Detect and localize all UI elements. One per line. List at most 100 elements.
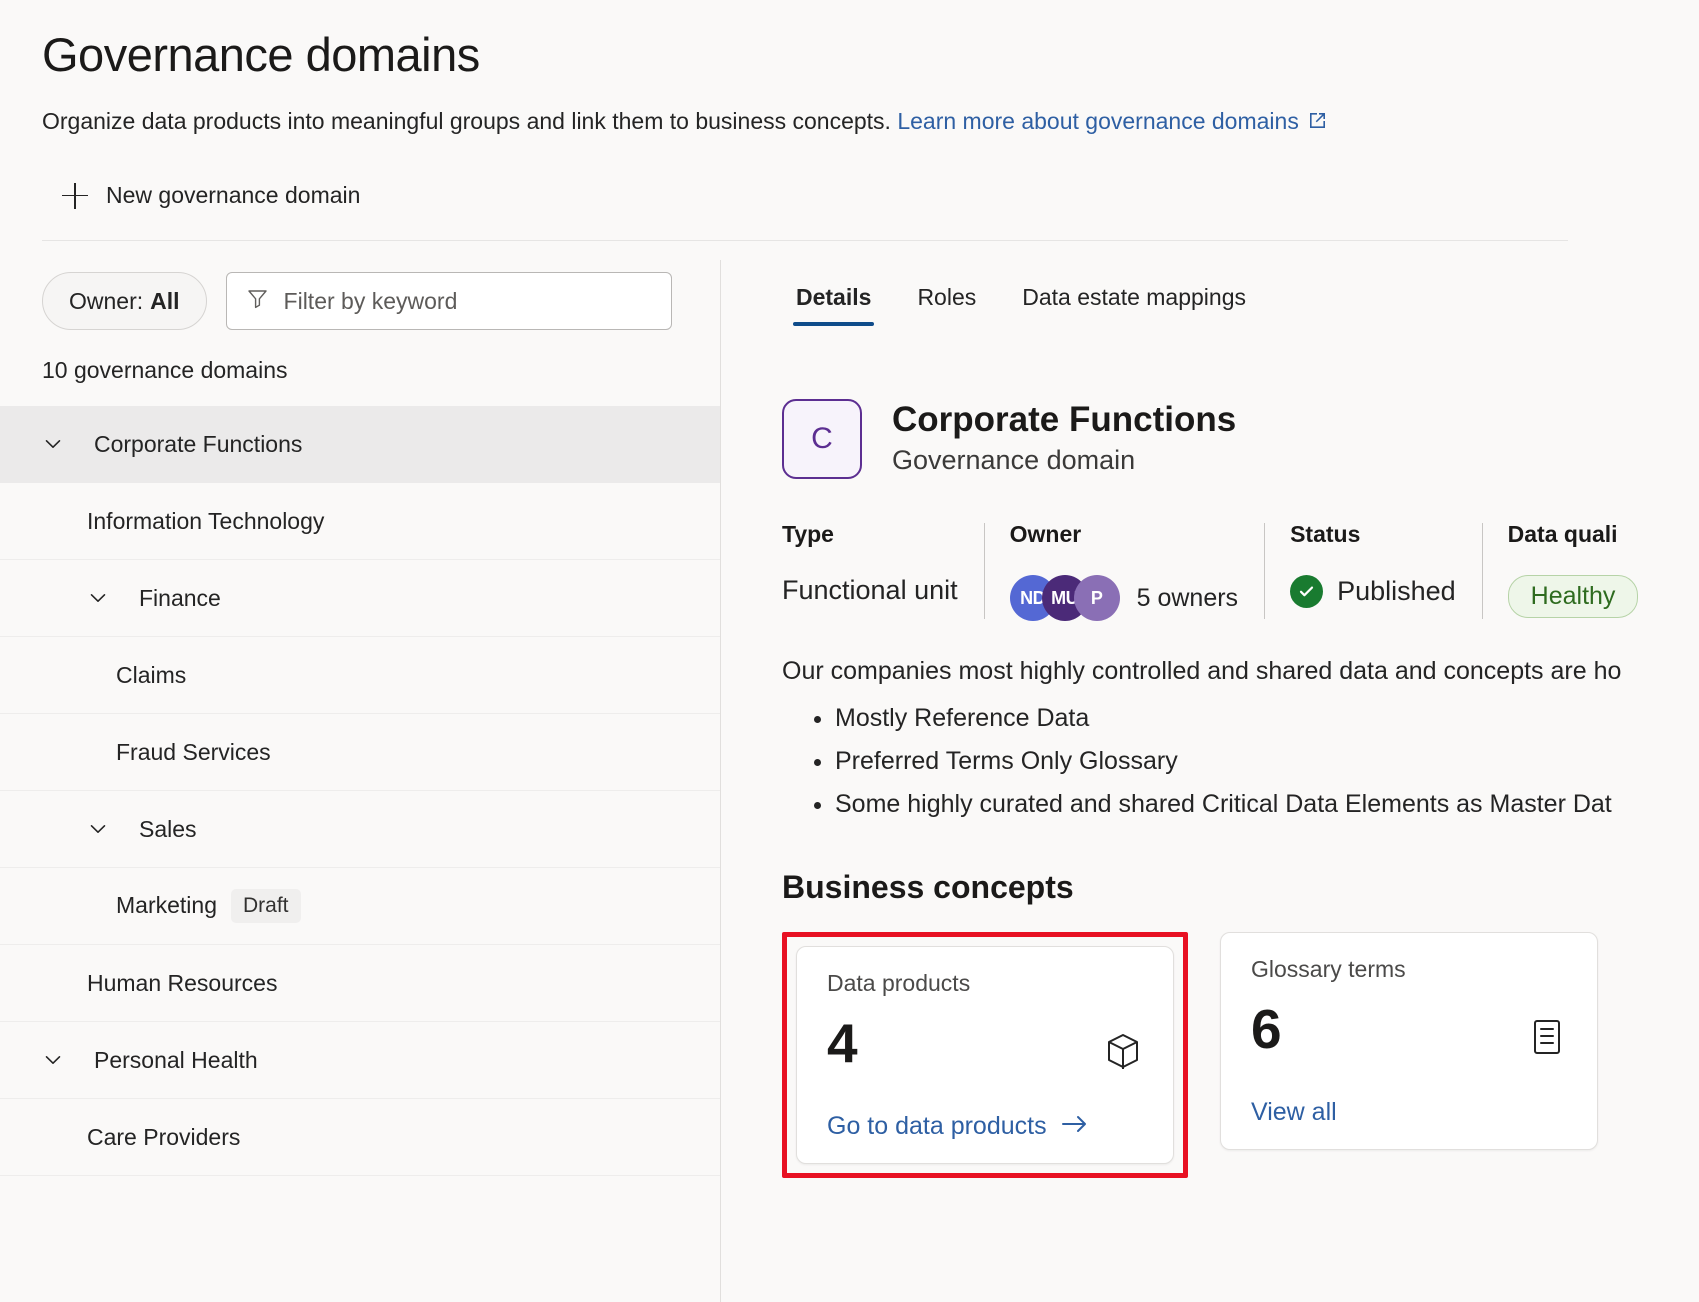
tree-item-human-resources[interactable]: Human Resources — [0, 945, 720, 1022]
package-icon — [1103, 1031, 1143, 1076]
published-check-icon — [1290, 575, 1323, 608]
card-label: Data products — [827, 970, 1143, 997]
filter-icon — [245, 286, 270, 316]
tree-item-content: Care Providers — [87, 1124, 240, 1151]
status-value: Published — [1337, 576, 1456, 607]
tree-item-label: Finance — [139, 585, 221, 612]
business-concepts-title: Business concepts — [782, 869, 1699, 906]
tree-item-content: Finance — [87, 585, 221, 612]
entity-header: C Corporate Functions Governance domain — [782, 399, 1699, 479]
meta-data-quality: Data quali Healthy — [1482, 521, 1665, 621]
tree-item-content: Sales — [87, 816, 197, 843]
tree-item-label: Sales — [139, 816, 197, 843]
tree-item-content: Corporate Functions — [42, 431, 302, 458]
governance-domains-tree: Corporate Functions Information Technolog… — [0, 406, 720, 1176]
tree-item-sales[interactable]: Sales — [0, 791, 720, 868]
domain-avatar-letter: C — [811, 422, 833, 456]
keyword-filter-input[interactable]: Filter by keyword — [226, 272, 672, 330]
tree-item-label: Corporate Functions — [94, 431, 302, 458]
plus-icon — [62, 183, 88, 209]
new-governance-domain-button[interactable]: New governance domain — [42, 174, 370, 217]
tree-item-personal-health[interactable]: Personal Health — [0, 1022, 720, 1099]
type-value: Functional unit — [782, 575, 958, 606]
owner-filter-value: All — [150, 288, 179, 315]
body-split: Owner: All Filter by keyword 10 governan… — [0, 241, 1699, 1302]
tab-data-estate-mappings[interactable]: Data estate mappings — [999, 284, 1269, 326]
card-link[interactable]: Go to data products — [827, 1112, 1089, 1141]
tree-item-label: Fraud Services — [116, 739, 271, 766]
meta-type: Type Functional unit — [782, 521, 984, 621]
owner-filter-button[interactable]: Owner: All — [42, 272, 207, 330]
concept-card-data-products[interactable]: Data products 4 Go to data products — [796, 946, 1174, 1164]
governance-domains-page: Governance domains Organize data product… — [0, 0, 1699, 1302]
tree-item-content: Human Resources — [87, 970, 277, 997]
tree-item-content: Fraud Services — [116, 739, 271, 766]
data-quality-label: Data quali — [1508, 521, 1639, 548]
status-value-row: Published — [1290, 575, 1456, 608]
keyword-placeholder: Filter by keyword — [284, 288, 458, 315]
type-label: Type — [782, 521, 958, 548]
tab-details[interactable]: Details — [773, 284, 894, 326]
page-subtitle: Organize data products into meaningful g… — [42, 106, 1699, 138]
status-label: Status — [1290, 521, 1456, 548]
tree-item-finance[interactable]: Finance — [0, 560, 720, 637]
tree-item-claims[interactable]: Claims — [0, 637, 720, 714]
meta-status: Status Published — [1264, 521, 1482, 621]
concept-card-glossary-terms[interactable]: Glossary terms 6 View all — [1220, 932, 1598, 1150]
tree-item-marketing[interactable]: MarketingDraft — [0, 868, 720, 945]
owner-avatars[interactable]: NDMUP — [1010, 575, 1120, 621]
subtitle-text: Organize data products into meaningful g… — [42, 108, 891, 134]
tree-item-label: Personal Health — [94, 1047, 258, 1074]
chevron-down-icon[interactable] — [87, 587, 109, 609]
tree-item-content: Claims — [116, 662, 186, 689]
tree-item-corporate-functions[interactable]: Corporate Functions — [0, 406, 720, 483]
tree-item-content: Information Technology — [87, 508, 324, 535]
meta-owner: Owner NDMUP 5 owners — [984, 521, 1264, 621]
tree-item-fraud-services[interactable]: Fraud Services — [0, 714, 720, 791]
entity-title-block: Corporate Functions Governance domain — [892, 400, 1236, 478]
details-tabs: DetailsRolesData estate mappings — [773, 241, 1699, 326]
chevron-down-icon[interactable] — [42, 433, 64, 455]
owner-value: NDMUP 5 owners — [1010, 575, 1238, 621]
entity-kind: Governance domain — [892, 443, 1236, 478]
entity-name: Corporate Functions — [892, 400, 1236, 441]
owners-count: 5 owners — [1137, 584, 1238, 613]
business-concept-cards: Data products 4 Go to data products Glossar… — [782, 932, 1699, 1178]
card-label: Glossary terms — [1251, 956, 1567, 983]
page-header: Governance domains Organize data product… — [0, 0, 1699, 217]
avatar[interactable]: P — [1074, 575, 1120, 621]
domains-list-pane: Owner: All Filter by keyword 10 governan… — [0, 241, 720, 1302]
chevron-down-icon[interactable] — [87, 818, 109, 840]
description-bullet: Mostly Reference Data — [835, 704, 1699, 733]
card-count: 4 — [827, 1016, 1143, 1071]
external-link-icon — [1307, 108, 1328, 138]
domain-description: Our companies most highly controlled and… — [782, 657, 1699, 686]
glossary-icon — [1527, 1017, 1567, 1062]
description-bullet: Some highly curated and shared Critical … — [835, 790, 1699, 819]
details-pane: DetailsRolesData estate mappings C Corpo… — [720, 241, 1699, 1302]
card-link-label: Go to data products — [827, 1112, 1047, 1141]
card-link-label: View all — [1251, 1098, 1337, 1127]
tree-item-content: Personal Health — [42, 1047, 258, 1074]
data-quality-value-row: Healthy — [1508, 575, 1639, 618]
page-title: Governance domains — [42, 26, 1699, 84]
command-bar: New governance domain — [42, 174, 1699, 217]
highlight-annotation: Data products 4 Go to data products — [782, 932, 1188, 1178]
learn-more-label: Learn more about governance domains — [897, 108, 1298, 134]
learn-more-link[interactable]: Learn more about governance domains — [897, 108, 1298, 134]
tree-item-label: Information Technology — [87, 508, 324, 535]
owner-filter-prefix: Owner: — [69, 288, 143, 315]
description-bullets: Mostly Reference DataPreferred Terms Onl… — [782, 704, 1699, 819]
tab-roles[interactable]: Roles — [894, 284, 999, 326]
tree-item-label: Claims — [116, 662, 186, 689]
tree-item-content: MarketingDraft — [116, 889, 301, 923]
card-count: 6 — [1251, 1002, 1567, 1057]
domains-count: 10 governance domains — [0, 330, 720, 384]
chevron-down-icon[interactable] — [42, 1049, 64, 1071]
card-link[interactable]: View all — [1251, 1098, 1337, 1127]
tree-item-care-providers[interactable]: Care Providers — [0, 1099, 720, 1176]
domain-avatar: C — [782, 399, 862, 479]
tree-item-information-technology[interactable]: Information Technology — [0, 483, 720, 560]
tree-item-label: Marketing — [116, 892, 217, 919]
tree-item-label: Human Resources — [87, 970, 277, 997]
